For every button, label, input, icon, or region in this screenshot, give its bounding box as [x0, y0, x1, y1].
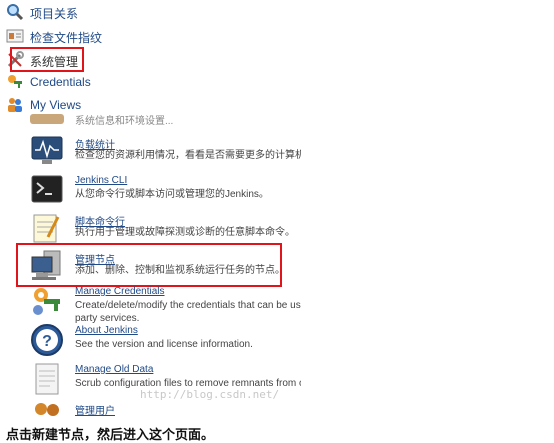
highlight-box-manage-nodes [16, 243, 282, 287]
partial-item-text: 系统信息和环境设置... [75, 116, 174, 127]
credentials-icon [6, 73, 24, 91]
manage-item-desc: Create/delete/modify the credentials tha… [75, 300, 301, 311]
notepad-icon [30, 211, 64, 245]
manage-item-title[interactable]: Manage Credentials [75, 286, 165, 297]
manage-item-jenkins-cli[interactable]: Jenkins CLI 从您命令行或脚本访问或管理您的Jenkins。 [0, 173, 320, 213]
manage-item-title[interactable]: 管理用户 [75, 402, 115, 416]
sidebar-item-fingerprint[interactable]: 检查文件指纹 [0, 27, 300, 47]
manage-item-manage-users[interactable]: 管理用户 [0, 400, 320, 416]
system-info-icon [30, 114, 64, 124]
manage-item-title[interactable]: Jenkins CLI [75, 175, 127, 186]
users-icon [30, 400, 64, 416]
credentials-icon [30, 284, 64, 318]
highlight-box-system-admin [10, 47, 84, 72]
terminal-icon [30, 173, 64, 207]
sidebar-item-credentials[interactable]: Credentials [0, 73, 300, 93]
sidebar-item-label: Credentials [30, 75, 91, 89]
manage-item-desc: 检查您的资源利用情况，看看是否需要更多的计算机来 [75, 150, 301, 161]
fingerprint-icon [6, 27, 24, 45]
sidebar-item-project-relations[interactable]: 项目关系 [0, 3, 300, 23]
manage-item-load-statistics[interactable]: 负载统计 检查您的资源利用情况，看看是否需要更多的计算机来 [0, 134, 320, 174]
manage-item-desc: 执行用于管理或故障探测或诊断的任意脚本命令。 [75, 227, 295, 238]
sidebar-item-label: 检查文件指纹 [30, 31, 103, 45]
manage-item-manage-credentials[interactable]: Manage Credentials Create/delete/modify … [0, 284, 320, 324]
manage-item-about-jenkins[interactable]: ? About Jenkins See the version and lice… [0, 323, 320, 363]
manage-item-title[interactable]: Manage Old Data [75, 364, 153, 375]
manage-item-desc: See the version and license information. [75, 339, 253, 350]
svg-text:?: ? [42, 333, 52, 350]
sidebar-item-label: 项目关系 [30, 7, 79, 21]
people-icon [6, 96, 24, 114]
help-icon: ? [30, 323, 64, 357]
manage-item-title[interactable]: About Jenkins [75, 325, 138, 336]
watermark: http://blog.csdn.net/ [140, 388, 280, 401]
caption: 点击新建节点，然后进入这个页面。 [6, 427, 215, 442]
monitor-icon [30, 134, 64, 168]
sidebar-item-label: My Views [30, 98, 82, 112]
document-icon [30, 362, 64, 396]
manage-item-desc: 从您命令行或脚本访问或管理您的Jenkins。 [75, 189, 269, 200]
search-icon [6, 3, 24, 21]
